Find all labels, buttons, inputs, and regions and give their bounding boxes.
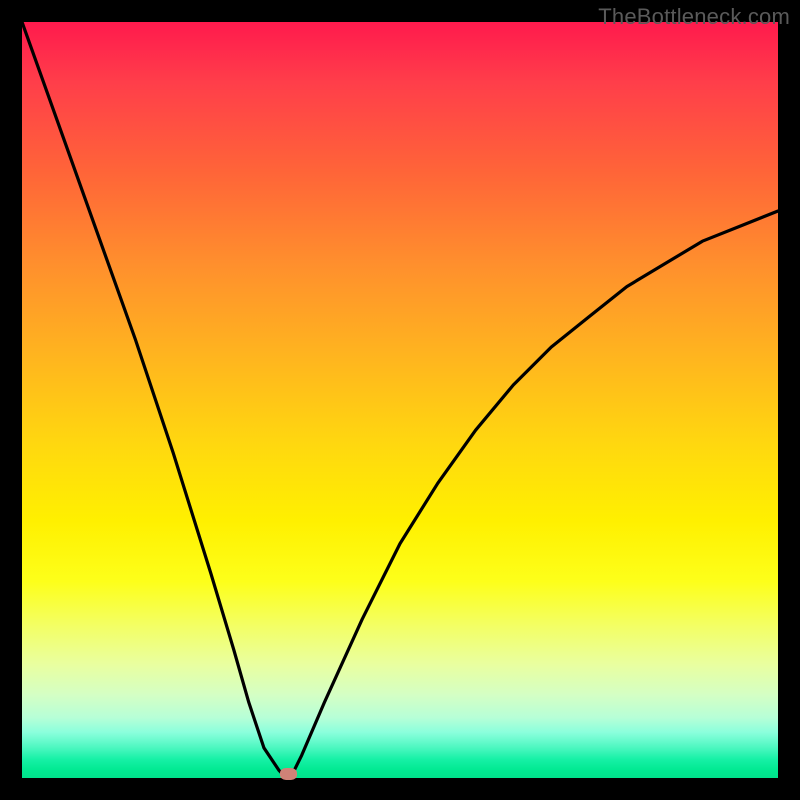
chart-plot-area [22,22,778,778]
bottleneck-curve [22,22,778,778]
curve-line [22,22,778,778]
watermark-label: TheBottleneck.com [598,4,790,30]
optimum-marker [280,768,297,780]
